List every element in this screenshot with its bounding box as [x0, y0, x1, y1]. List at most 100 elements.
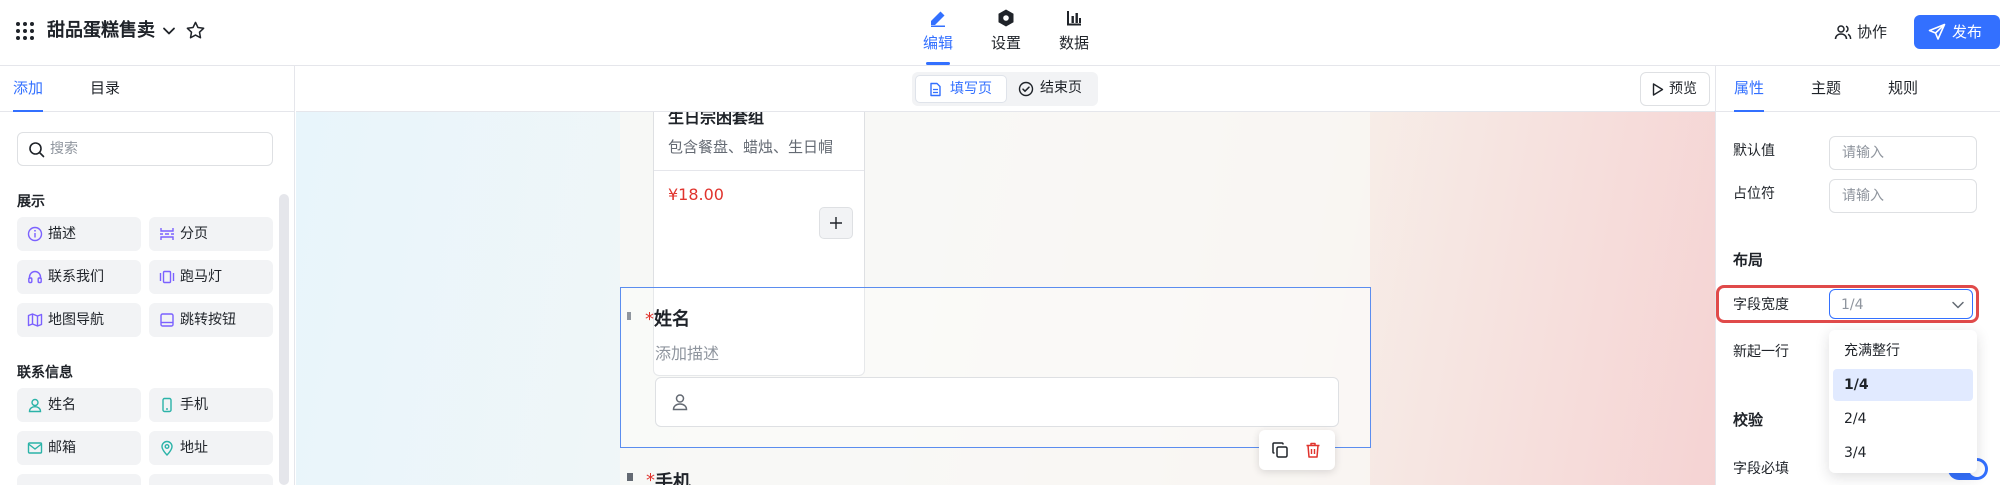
- component-label: 描述: [48, 226, 76, 242]
- default-value-input[interactable]: [1829, 136, 1977, 170]
- copy-icon[interactable]: [1271, 441, 1289, 459]
- component-page-break[interactable]: 分页: [149, 217, 273, 251]
- settings-hex-icon: [998, 9, 1014, 27]
- option-label: 充满整行: [1844, 343, 1900, 359]
- send-icon: [1928, 23, 1946, 40]
- left-scrollbar[interactable]: [279, 194, 289, 485]
- bar-chart-icon: [1067, 11, 1081, 26]
- properties-panel: 属性 主题 规则 默认值 占位符 布局 字段宽度 1/4 新起一行 校验 字段必…: [1715, 66, 2000, 485]
- page-break-icon: [160, 228, 174, 240]
- tab-rules[interactable]: 规则: [1888, 77, 1918, 99]
- star-icon[interactable]: [185, 20, 206, 41]
- people-icon: [1834, 25, 1852, 40]
- active-tab-indicator: [13, 110, 43, 112]
- option-three-quarter[interactable]: 3/4: [1833, 437, 1973, 469]
- tab-edit[interactable]: 编辑: [908, 8, 968, 58]
- collaborate-button[interactable]: 协作: [1830, 17, 1896, 47]
- tab-end-page[interactable]: 结束页: [1010, 75, 1096, 103]
- tab-directory[interactable]: 目录: [90, 77, 120, 99]
- component-more[interactable]: [149, 474, 273, 485]
- name-input-preview[interactable]: [655, 377, 1339, 427]
- component-label: 跑马灯: [180, 269, 222, 285]
- chevron-down-icon[interactable]: [160, 22, 178, 40]
- component-label: 地图导航: [48, 312, 104, 328]
- person-icon: [28, 398, 42, 413]
- collaborate-label: 协作: [1857, 23, 1888, 41]
- component-email[interactable]: 邮箱: [17, 431, 141, 465]
- edit-pen-icon: [931, 11, 945, 27]
- field-width-label: 字段宽度: [1733, 297, 1789, 313]
- product-name: 生日宗困套组: [668, 112, 765, 127]
- component-label: 分页: [180, 226, 208, 242]
- component-label: 跳转按钮: [180, 312, 236, 328]
- component-name[interactable]: 姓名: [17, 388, 141, 422]
- headset-icon: [28, 270, 42, 284]
- component-map-navigation[interactable]: 地图导航: [17, 303, 141, 337]
- tab-edit-label: 编辑: [922, 34, 953, 52]
- default-value-label: 默认值: [1733, 143, 1775, 159]
- play-icon: [1652, 83, 1664, 96]
- component-label: 联系我们: [48, 269, 104, 285]
- name-field-block[interactable]: * 姓名 添加描述: [620, 287, 1371, 448]
- form-canvas: 生日宗困套组 包含餐盘、蜡烛、生日帽 ¥18.00 * 姓名 添加描述 * 手机: [296, 112, 1715, 485]
- plus-icon: [830, 217, 842, 229]
- publish-button[interactable]: 发布: [1914, 15, 2000, 49]
- search-box: [17, 132, 273, 166]
- tab-end-page-label: 结束页: [1040, 80, 1082, 96]
- component-label: 邮箱: [48, 440, 76, 456]
- component-phone[interactable]: 手机: [149, 388, 273, 422]
- field-title[interactable]: 手机: [655, 471, 691, 485]
- required-mark: *: [646, 470, 655, 485]
- tab-add[interactable]: 添加: [13, 77, 43, 99]
- delete-icon[interactable]: [1304, 441, 1322, 459]
- required-mark: *: [645, 309, 654, 330]
- right-tabs: 属性 主题 规则: [1716, 66, 2000, 112]
- component-jump-button[interactable]: 跳转按钮: [149, 303, 273, 337]
- page-switcher: 填写页 结束页: [912, 72, 1098, 106]
- search-icon: [29, 142, 45, 158]
- top-bar: 甜品蛋糕售卖 编辑 设置 数据 协作 发布: [0, 0, 2000, 66]
- app-grid-icon[interactable]: [14, 20, 36, 42]
- tab-fill-page-label: 填写页: [950, 81, 992, 97]
- group-title-display: 展示: [17, 194, 45, 210]
- option-quarter[interactable]: 1/4: [1833, 369, 1973, 401]
- preview-button[interactable]: 预览: [1640, 72, 1710, 106]
- component-marquee[interactable]: 跑马灯: [149, 260, 273, 294]
- search-input[interactable]: [50, 138, 265, 160]
- field-description[interactable]: 添加描述: [655, 342, 719, 366]
- jump-button-icon: [160, 313, 174, 327]
- component-label: 姓名: [48, 397, 76, 413]
- drag-handle-icon[interactable]: [627, 312, 631, 320]
- component-label: 手机: [180, 397, 208, 413]
- option-full-row[interactable]: 充满整行: [1833, 335, 1973, 367]
- center-toolbar: 填写页 结束页 预览: [296, 66, 1715, 112]
- mail-icon: [27, 442, 43, 454]
- group-title-contact: 联系信息: [17, 365, 73, 381]
- publish-label: 发布: [1952, 23, 1983, 41]
- component-address[interactable]: 地址: [149, 431, 273, 465]
- required-label: 字段必填: [1733, 461, 1789, 477]
- tab-theme[interactable]: 主题: [1811, 77, 1841, 99]
- person-icon: [672, 394, 688, 411]
- component-more[interactable]: [17, 474, 141, 485]
- tab-settings[interactable]: 设置: [976, 8, 1036, 58]
- divider: [654, 170, 864, 171]
- tab-fill-page[interactable]: 填写页: [915, 75, 1007, 103]
- field-title[interactable]: 姓名: [654, 308, 690, 332]
- component-contact-us[interactable]: 联系我们: [17, 260, 141, 294]
- field-width-dropdown-menu: 充满整行 1/4 2/4 3/4: [1829, 330, 1977, 473]
- option-half[interactable]: 2/4: [1833, 403, 1973, 435]
- chevron-down-icon: [1952, 301, 1964, 309]
- tab-properties[interactable]: 属性: [1734, 77, 1764, 99]
- field-width-select[interactable]: 1/4: [1829, 289, 1973, 319]
- placeholder-input[interactable]: [1829, 179, 1977, 213]
- option-label: 3/4: [1844, 445, 1867, 461]
- new-line-label: 新起一行: [1733, 344, 1789, 360]
- map-icon: [27, 313, 43, 327]
- drag-handle-icon[interactable]: [627, 473, 633, 481]
- field-width-value: 1/4: [1841, 297, 1864, 313]
- component-description[interactable]: 描述: [17, 217, 141, 251]
- tab-data[interactable]: 数据: [1044, 8, 1104, 58]
- field-action-toolbar: [1259, 430, 1335, 470]
- add-product-button[interactable]: [819, 207, 853, 239]
